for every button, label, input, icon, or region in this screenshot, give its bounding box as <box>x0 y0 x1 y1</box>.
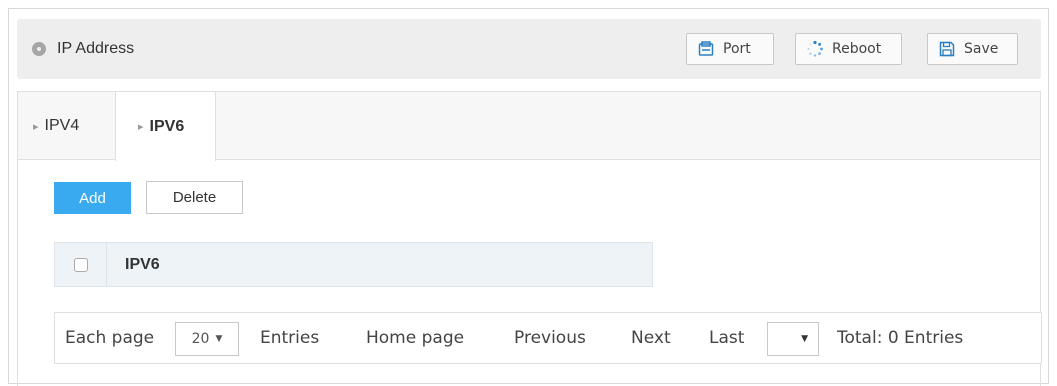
reboot-icon <box>806 40 824 58</box>
save-button[interactable]: Save <box>927 33 1018 65</box>
page-size-value: 20 <box>191 331 210 347</box>
section-dot-icon <box>32 42 46 56</box>
page-title: IP Address <box>57 40 135 57</box>
tab-bar: ▸ IPV4 ▸ IPV6 <box>18 92 1040 161</box>
total-entries: Total: 0 Entries <box>837 328 964 348</box>
next-link[interactable]: Next <box>631 327 671 349</box>
reboot-button[interactable]: Reboot <box>795 33 902 65</box>
main-panel: IP Address Port Reboot Save ▸ IPV4 ▸ IPV… <box>8 8 1049 386</box>
home-page-link[interactable]: Home page <box>366 327 464 349</box>
dropdown-caret-icon: ▼ <box>801 334 808 344</box>
tab-ipv6-label: IPV6 <box>149 117 185 135</box>
port-button-label: Port <box>723 41 751 57</box>
save-icon <box>938 40 956 58</box>
table-header-row: IPV6 <box>54 242 653 287</box>
add-button[interactable]: Add <box>54 182 131 214</box>
reboot-button-label: Reboot <box>832 41 882 57</box>
column-header-ipv6: IPV6 <box>125 255 160 273</box>
tab-ipv4-label: IPV4 <box>44 117 80 134</box>
chevron-right-icon: ▸ <box>138 121 144 133</box>
page-size-select[interactable]: 20 ▼ <box>175 322 239 356</box>
delete-button[interactable]: Delete <box>146 181 243 214</box>
port-icon <box>697 40 715 58</box>
select-all-checkbox[interactable] <box>73 257 88 272</box>
save-button-label: Save <box>964 41 999 57</box>
tab-ipv6[interactable]: ▸ IPV6 <box>115 92 216 161</box>
page-number-select[interactable]: ▼ <box>767 322 819 356</box>
page-header: IP Address Port Reboot Save <box>17 19 1041 79</box>
entries-label: Entries <box>260 328 320 348</box>
tab-ipv4[interactable]: ▸ IPV4 <box>33 92 79 160</box>
last-link[interactable]: Last <box>709 327 744 349</box>
pagination-bar: Each page 20 ▼ Entries Home page Previou… <box>54 312 1042 364</box>
each-page-label: Each page <box>65 328 155 348</box>
tab-container: ▸ IPV4 ▸ IPV6 Add Delete IPV6 Each page … <box>17 91 1042 386</box>
chevron-right-icon: ▸ <box>33 120 39 133</box>
previous-link[interactable]: Previous <box>514 327 586 349</box>
port-button[interactable]: Port <box>686 33 774 65</box>
dropdown-caret-icon: ▼ <box>215 334 223 344</box>
select-all-cell <box>55 243 107 286</box>
